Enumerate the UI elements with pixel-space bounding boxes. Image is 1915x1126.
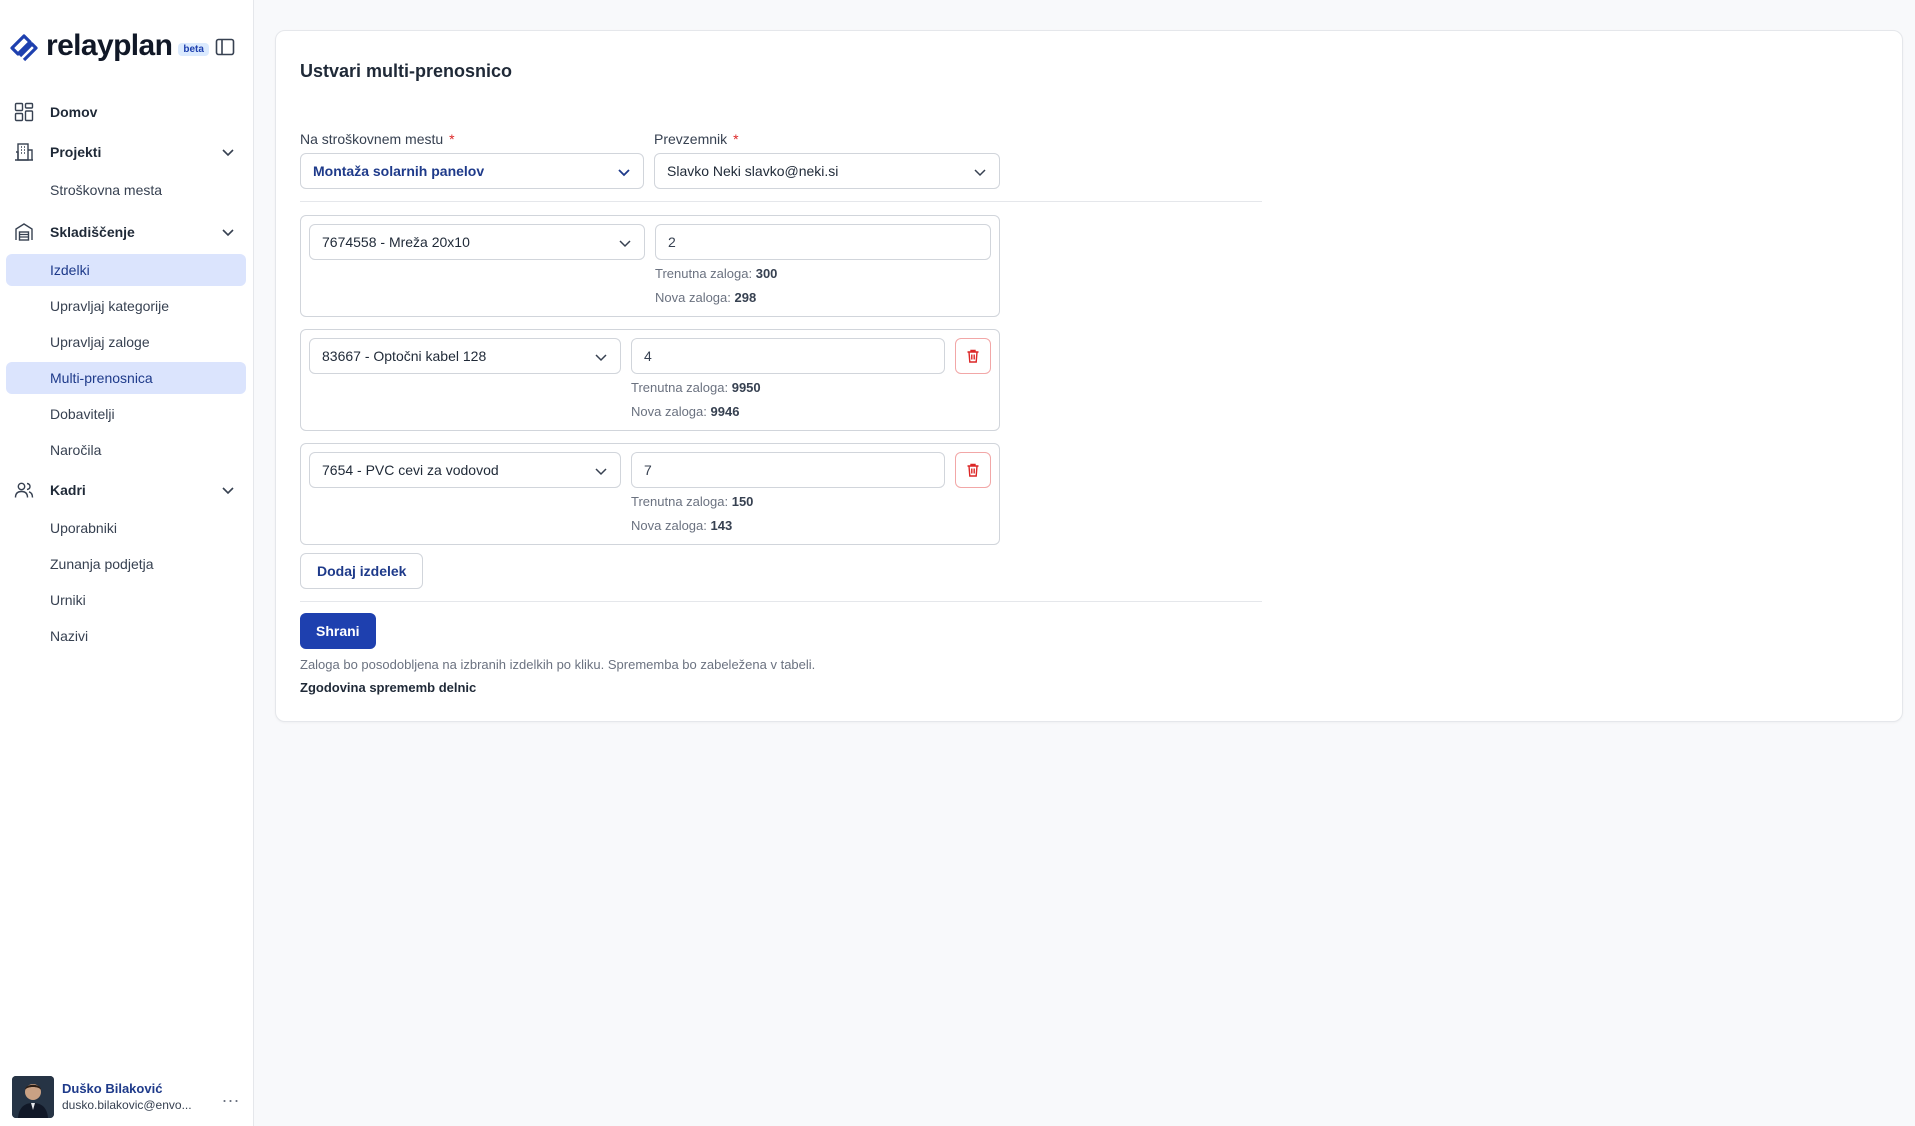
sidebar-item-izdelki[interactable]: Izdelki bbox=[6, 254, 246, 286]
current-stock-value: 9950 bbox=[731, 380, 761, 395]
multi-transfer-card: Ustvari multi-prenosnico Na stroškovnem … bbox=[275, 30, 1903, 722]
receiver-label-text: Prevzemnik bbox=[654, 131, 728, 147]
current-stock-value: 300 bbox=[755, 266, 778, 281]
grid-icon bbox=[14, 102, 34, 122]
sidebar-group-kadri[interactable]: Kadri bbox=[0, 470, 254, 510]
new-stock: Nova zaloga: 143 bbox=[631, 518, 732, 534]
quantity-input[interactable] bbox=[655, 224, 991, 260]
sidebar-item-narocila[interactable]: Naročila bbox=[6, 434, 246, 466]
sidebar-item-multi-prenosnica[interactable]: Multi-prenosnica bbox=[6, 362, 246, 394]
current-stock-label: Trenutna zaloga: bbox=[655, 266, 753, 281]
add-item-button[interactable]: Dodaj izdelek bbox=[300, 553, 424, 589]
current-stock-label: Trenutna zaloga: bbox=[631, 380, 729, 395]
required-marker: * bbox=[449, 131, 455, 147]
sidebar-item-zunanja-podjetja[interactable]: Zunanja podjetja bbox=[6, 548, 246, 580]
chevron-down-icon bbox=[618, 169, 630, 177]
chevron-down-icon bbox=[974, 169, 986, 177]
new-stock-value: 143 bbox=[710, 518, 733, 533]
chevron-down-icon bbox=[222, 487, 234, 495]
chevron-down-icon bbox=[595, 468, 607, 476]
transfer-item-row: 7674558 - Mreža 20x10 Trenutna zaloga: 3… bbox=[300, 215, 1000, 317]
receiver-label: Prevzemnik * bbox=[654, 131, 739, 147]
cost-center-select[interactable]: Montaža solarnih panelov bbox=[300, 153, 644, 189]
delete-item-button[interactable] bbox=[955, 452, 991, 488]
new-stock-label: Nova zaloga: bbox=[631, 404, 707, 419]
new-stock-value: 9946 bbox=[710, 404, 740, 419]
relayplan-logo-icon bbox=[10, 34, 38, 62]
product-select[interactable]: 83667 - Optočni kabel 128 bbox=[309, 338, 621, 374]
divider bbox=[300, 201, 1262, 202]
new-stock-label: Nova zaloga: bbox=[655, 290, 731, 305]
brand-name: relayplan bbox=[46, 29, 173, 62]
chevron-down-icon bbox=[619, 240, 631, 248]
current-stock: Trenutna zaloga: 150 bbox=[631, 494, 753, 510]
warehouse-icon bbox=[15, 223, 33, 241]
trash-icon bbox=[967, 349, 979, 363]
sidebar-item-label: Domov bbox=[50, 104, 98, 120]
user-profile[interactable]: Duško Bilaković dusko.bilakovic@envo... … bbox=[12, 1076, 244, 1118]
product-value: 7654 - PVC cevi za vodovod bbox=[322, 462, 499, 478]
chevron-down-icon bbox=[222, 229, 234, 237]
sidebar-nav: Domov Projekti Stroškovna mesta Skladišč… bbox=[0, 92, 254, 656]
receiver-value: Slavko Neki slavko@neki.si bbox=[667, 163, 839, 179]
product-select[interactable]: 7674558 - Mreža 20x10 bbox=[309, 224, 645, 260]
product-select[interactable]: 7654 - PVC cevi za vodovod bbox=[309, 452, 621, 488]
transfer-item-row: 7654 - PVC cevi za vodovod Trenutna zalo… bbox=[300, 443, 1000, 545]
avatar bbox=[12, 1076, 54, 1118]
sidebar-item-home[interactable]: Domov bbox=[0, 92, 254, 132]
users-icon bbox=[14, 482, 34, 498]
sidebar-item-urniki[interactable]: Urniki bbox=[6, 584, 246, 616]
brand[interactable]: relayplan beta bbox=[6, 28, 209, 64]
sidebar-item-upravljaj-zaloge[interactable]: Upravljaj zaloge bbox=[6, 326, 246, 358]
sidebar-item-upravljaj-kategorije[interactable]: Upravljaj kategorije bbox=[6, 290, 246, 322]
cost-center-label: Na stroškovnem mestu * bbox=[300, 131, 455, 147]
sidebar-item-dobavitelji[interactable]: Dobavitelji bbox=[6, 398, 246, 430]
new-stock-label: Nova zaloga: bbox=[631, 518, 707, 533]
more-options-icon[interactable]: ... bbox=[222, 1086, 240, 1107]
new-stock: Nova zaloga: 9946 bbox=[631, 404, 739, 420]
user-avatar-icon bbox=[12, 1076, 54, 1118]
sidebar-item-nazivi[interactable]: Nazivi bbox=[6, 620, 246, 652]
chevron-down-icon bbox=[595, 354, 607, 362]
delete-item-button[interactable] bbox=[955, 338, 991, 374]
page-title: Ustvari multi-prenosnico bbox=[300, 61, 513, 81]
product-value: 83667 - Optočni kabel 128 bbox=[322, 348, 487, 364]
sidebar-item-stroskovna-mesta[interactable]: Stroškovna mesta bbox=[6, 174, 246, 206]
transfer-item-row: 83667 - Optočni kabel 128 Trenutna zalog… bbox=[300, 329, 1000, 431]
receiver-select[interactable]: Slavko Neki slavko@neki.si bbox=[654, 153, 1000, 189]
sidebar-toggle-icon[interactable] bbox=[214, 36, 236, 58]
sidebar-group-label: Projekti bbox=[50, 144, 102, 160]
sidebar-group-skladiscenje[interactable]: Skladiščenje bbox=[0, 212, 254, 252]
quantity-input[interactable] bbox=[631, 452, 945, 488]
user-name: Duško Bilaković bbox=[62, 1081, 163, 1096]
product-value: 7674558 - Mreža 20x10 bbox=[322, 234, 470, 250]
chevron-down-icon bbox=[222, 149, 234, 157]
save-note: Zaloga bo posodobljena na izbranih izdel… bbox=[300, 657, 816, 672]
current-stock-value: 150 bbox=[731, 494, 754, 509]
sidebar-group-projekti[interactable]: Projekti bbox=[0, 132, 254, 172]
history-link[interactable]: Zgodovina sprememb delnic bbox=[300, 680, 476, 695]
save-button[interactable]: Shrani bbox=[300, 613, 376, 649]
user-email: dusko.bilakovic@envo... bbox=[62, 1098, 192, 1112]
new-stock: Nova zaloga: 298 bbox=[655, 290, 756, 306]
cost-center-value: Montaža solarnih panelov bbox=[313, 163, 485, 179]
current-stock-label: Trenutna zaloga: bbox=[631, 494, 729, 509]
quantity-input[interactable] bbox=[631, 338, 945, 374]
current-stock: Trenutna zaloga: 9950 bbox=[631, 380, 761, 396]
divider bbox=[300, 601, 1262, 602]
trash-icon bbox=[967, 463, 979, 477]
new-stock-value: 298 bbox=[734, 290, 757, 305]
required-marker: * bbox=[733, 131, 739, 147]
sidebar-item-uporabniki[interactable]: Uporabniki bbox=[6, 512, 246, 544]
sidebar-group-label: Kadri bbox=[50, 482, 86, 498]
sidebar-group-label: Skladiščenje bbox=[50, 224, 135, 240]
cost-center-label-text: Na stroškovnem mestu bbox=[300, 131, 444, 147]
sidebar: relayplan beta Domov Projekti Stroškovna… bbox=[0, 0, 254, 1126]
building-icon bbox=[15, 143, 33, 161]
beta-badge: beta bbox=[178, 42, 209, 56]
current-stock: Trenutna zaloga: 300 bbox=[655, 266, 777, 282]
